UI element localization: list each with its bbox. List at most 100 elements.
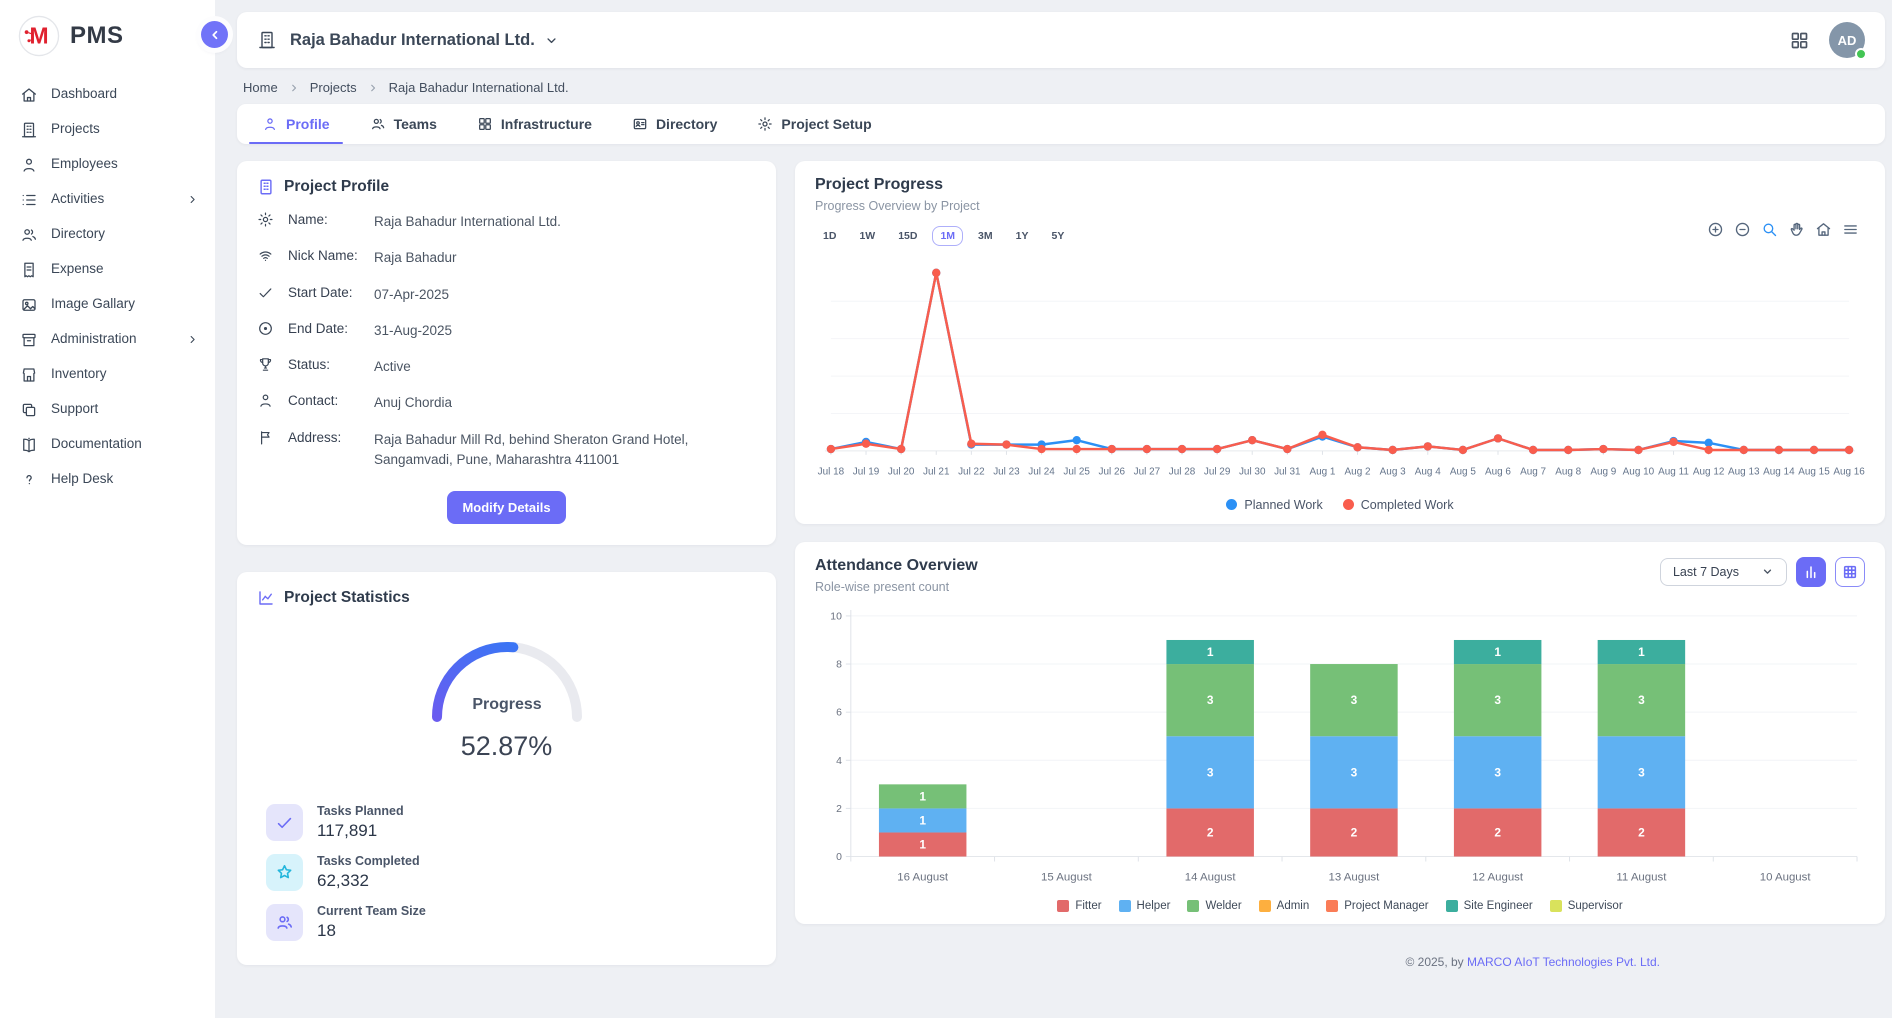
tab-teams[interactable]: Teams [357, 104, 450, 144]
pan-icon[interactable] [1788, 221, 1805, 238]
building-icon [257, 178, 275, 196]
svg-text:1: 1 [1638, 645, 1645, 659]
svg-text:Aug 9: Aug 9 [1590, 467, 1616, 478]
sidebar-item-support[interactable]: Support [0, 392, 215, 427]
svg-text:Aug 1: Aug 1 [1309, 467, 1335, 478]
sidebar-item-help-desk[interactable]: Help Desk [0, 462, 215, 497]
selection-zoom-icon[interactable] [1761, 221, 1778, 238]
legend-item-fitter[interactable]: Fitter [1057, 900, 1101, 912]
attendance-header: Attendance Overview Role-wise present co… [815, 557, 1865, 594]
gauge-percent-value: 52.87% [461, 731, 553, 762]
svg-text:1: 1 [919, 813, 926, 827]
sidebar-item-inventory[interactable]: Inventory [0, 357, 215, 392]
legend-marker [1187, 900, 1199, 912]
stat-label: Tasks Completed [317, 854, 420, 868]
footer: © 2025, by MARCO AIoT Technologies Pvt. … [795, 942, 1885, 969]
apps-grid-icon[interactable] [1789, 30, 1810, 51]
legend-item-site-engineer[interactable]: Site Engineer [1446, 900, 1533, 912]
breadcrumb-separator-icon [367, 82, 379, 94]
sidebar-item-administration[interactable]: Administration [0, 322, 215, 357]
legend-marker [1550, 900, 1562, 912]
header-actions: AD [1789, 22, 1865, 58]
tab-profile[interactable]: Profile [249, 104, 343, 144]
footer-company-link[interactable]: MARCO AIoT Technologies Pvt. Ltd. [1467, 955, 1660, 969]
zoom-in-icon[interactable] [1707, 221, 1724, 238]
left-column: Project Profile Name:Raja Bahadur Intern… [237, 161, 776, 965]
svg-text:0: 0 [836, 852, 842, 863]
range-button-1y[interactable]: 1Y [1008, 226, 1037, 246]
project-statistics-card: Project Statistics Progress 52.87% Tasks… [237, 572, 776, 965]
svg-text:Aug 13: Aug 13 [1728, 467, 1760, 478]
zoom-out-icon[interactable] [1734, 221, 1751, 238]
svg-text:2: 2 [1494, 825, 1501, 839]
sidebar-item-expense[interactable]: Expense [0, 252, 215, 287]
range-button-1w[interactable]: 1W [851, 226, 883, 246]
field-value: Raja Bahadur International Ltd. [374, 211, 561, 232]
sidebar-item-directory[interactable]: Directory [0, 217, 215, 252]
tab-label: Teams [394, 116, 437, 132]
svg-text:3: 3 [1351, 765, 1358, 779]
legend-item-welder[interactable]: Welder [1187, 900, 1241, 912]
legend-item-project-manager[interactable]: Project Manager [1326, 900, 1428, 912]
sidebar-item-label: Support [51, 401, 98, 417]
check-icon [266, 804, 303, 841]
tab-infrastructure[interactable]: Infrastructure [464, 104, 605, 144]
sidebar-item-dashboard[interactable]: Dashboard [0, 77, 215, 112]
tab-project-setup[interactable]: Project Setup [744, 104, 884, 144]
person-icon [262, 116, 278, 132]
sidebar-item-employees[interactable]: Employees [0, 147, 215, 182]
star-glyph [275, 863, 294, 882]
svg-text:Aug 14: Aug 14 [1763, 467, 1795, 478]
list-icon [20, 191, 38, 209]
sidebar-item-activities[interactable]: Activities [0, 182, 215, 217]
range-button-5y[interactable]: 5Y [1043, 226, 1072, 246]
sidebar-item-label: Dashboard [51, 86, 117, 102]
menu-icon[interactable] [1842, 221, 1859, 238]
table-icon [1842, 564, 1858, 580]
person-icon [257, 392, 274, 409]
sidebar-collapse-button[interactable] [201, 21, 228, 48]
tab-directory[interactable]: Directory [619, 104, 730, 144]
home-icon[interactable] [1815, 221, 1832, 238]
sidebar-item-documentation[interactable]: Documentation [0, 427, 215, 462]
date-range-select[interactable]: Last 7 Days [1660, 558, 1787, 586]
sidebar-item-image-gallary[interactable]: Image Gallary [0, 287, 215, 322]
attendance-bar-chart[interactable]: 024681011116 August15 August233114 Augus… [815, 602, 1865, 900]
progress-line-chart[interactable]: Jul 18Jul 19Jul 20Jul 21Jul 22Jul 23Jul … [815, 248, 1865, 497]
people-icon [266, 904, 303, 941]
svg-text:11 August: 11 August [1616, 871, 1667, 883]
chevron-down-icon[interactable] [544, 33, 559, 48]
svg-text:Aug 15: Aug 15 [1798, 467, 1830, 478]
svg-text:Jul 21: Jul 21 [923, 467, 950, 478]
range-button-1d[interactable]: 1D [815, 226, 844, 246]
range-button-1m[interactable]: 1M [932, 226, 963, 246]
svg-text:1: 1 [1207, 645, 1214, 659]
user-avatar[interactable]: AD [1829, 22, 1865, 58]
field-label: End Date: [288, 320, 364, 336]
modify-details-button[interactable]: Modify Details [447, 491, 565, 524]
chart-toolbar [1707, 221, 1859, 238]
sidebar-item-projects[interactable]: Projects [0, 112, 215, 147]
legend-marker [1226, 499, 1237, 510]
archive-icon [20, 331, 38, 349]
legend-item-planned-work[interactable]: Planned Work [1226, 498, 1322, 512]
svg-text:Jul 19: Jul 19 [853, 467, 880, 478]
legend-label: Supervisor [1568, 900, 1623, 912]
chart-view-button[interactable] [1796, 557, 1826, 587]
range-button-15d[interactable]: 15D [890, 226, 925, 246]
company-selector[interactable]: Raja Bahadur International Ltd. [257, 30, 559, 50]
field-label: Nick Name: [288, 247, 364, 263]
progress-panel-subtitle: Progress Overview by Project [815, 199, 1865, 213]
tab-label: Profile [286, 116, 330, 132]
range-button-3m[interactable]: 3M [970, 226, 1001, 246]
legend-item-admin[interactable]: Admin [1259, 900, 1310, 912]
table-view-button[interactable] [1835, 557, 1865, 587]
legend-label: Admin [1277, 900, 1310, 912]
tab-label: Infrastructure [501, 116, 592, 132]
legend-item-supervisor[interactable]: Supervisor [1550, 900, 1623, 912]
legend-item-helper[interactable]: Helper [1119, 900, 1171, 912]
breadcrumb-item[interactable]: Projects [310, 80, 357, 95]
legend-item-completed-work[interactable]: Completed Work [1343, 498, 1454, 512]
breadcrumb-item[interactable]: Home [243, 80, 278, 95]
profile-card-title: Project Profile [284, 178, 389, 196]
